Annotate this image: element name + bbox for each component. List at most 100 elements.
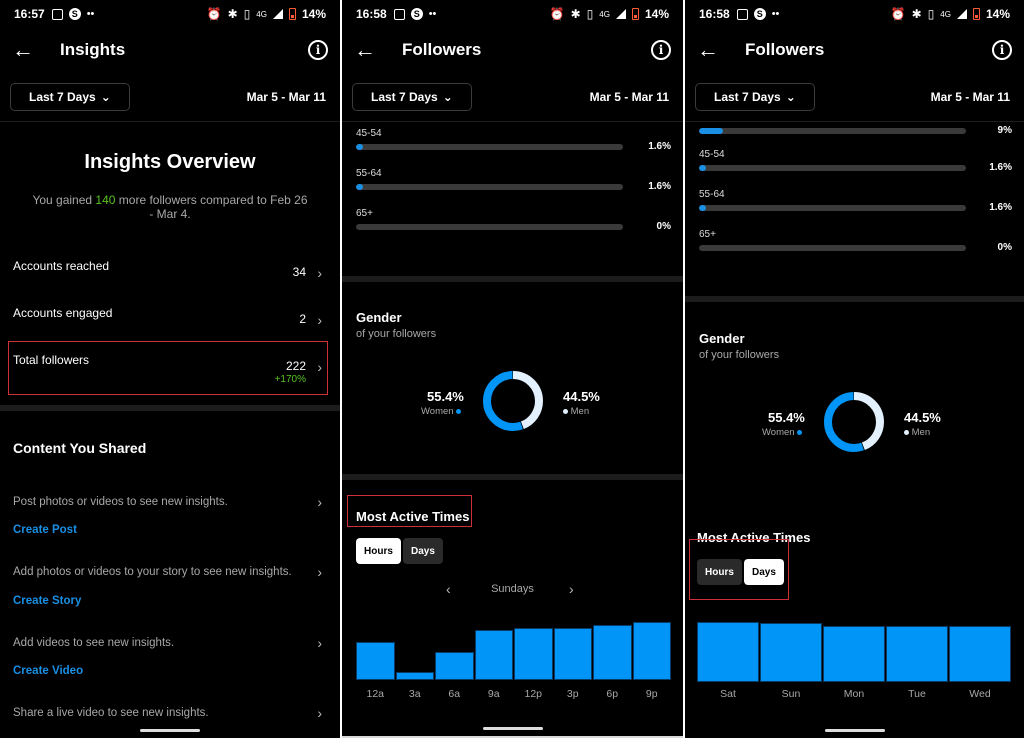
age-bar-fill (699, 205, 706, 211)
plot-area (356, 620, 671, 680)
info-icon[interactable]: i (308, 40, 328, 60)
date-range-dropdown[interactable]: Last 7 Days ⌄ (695, 83, 815, 111)
content-item-text: Add videos to see new insights. (13, 637, 175, 649)
chevron-down-icon: ⌄ (442, 90, 453, 104)
filter-row: Last 7 Days ⌄ Mar 5 - Mar 11 (0, 82, 340, 112)
more-notifications-icon: •• (771, 8, 780, 20)
back-arrow-icon[interactable]: ← (697, 37, 733, 63)
battery-percent: 14% (644, 7, 669, 21)
gender-title: Gender (356, 310, 402, 325)
section-divider (685, 296, 1024, 302)
bar-6p[interactable] (593, 625, 632, 680)
bar-Tue[interactable] (886, 625, 948, 682)
skype-icon: S (410, 8, 423, 20)
date-range-dropdown[interactable]: Last 7 Days ⌄ (352, 83, 472, 111)
subtitle-text: You gained (32, 193, 96, 207)
tab-hours[interactable]: Hours (697, 559, 742, 585)
vibrate-icon: ▯ (586, 7, 594, 21)
age-bar-fill (356, 184, 363, 190)
day-label: Sundays (491, 583, 534, 595)
chevron-left-icon[interactable]: ‹ (446, 581, 451, 597)
gender-donut-chart (824, 392, 884, 452)
bar-9p[interactable] (632, 622, 671, 680)
chevron-right-icon[interactable]: › (569, 581, 574, 597)
x-tick-label: 9p (645, 688, 658, 700)
bar-Sun[interactable] (760, 623, 822, 682)
age-label: 55-64 (356, 168, 382, 179)
chevron-right-icon: › (317, 705, 322, 721)
create-story-link[interactable]: Create Story (13, 595, 81, 607)
bar-3a[interactable] (395, 672, 434, 680)
status-time: 16:58 (356, 7, 387, 21)
bar-12p[interactable] (514, 628, 553, 680)
age-bar-track (356, 184, 623, 190)
bar-Sat[interactable] (697, 622, 759, 682)
date-range-dropdown[interactable]: Last 7 Days ⌄ (10, 83, 130, 111)
hours-bar-chart: 12a 3a 6a 9a 12p 3p 6p 9p (356, 620, 671, 700)
section-divider (342, 474, 683, 480)
news-icon (51, 8, 63, 20)
tab-days[interactable]: Days (403, 538, 443, 564)
back-arrow-icon[interactable]: ← (12, 37, 48, 63)
battery-icon (972, 8, 980, 20)
back-arrow-icon[interactable]: ← (354, 37, 390, 63)
age-percent: 0% (997, 242, 1012, 253)
network-type: 4G (940, 9, 951, 19)
bar-3p[interactable] (553, 628, 592, 680)
age-row: 65+ 0% (699, 229, 1012, 261)
content-section-title: Content You Shared (13, 440, 147, 456)
chevron-right-icon: › (317, 312, 322, 328)
age-label: 55-64 (699, 189, 725, 200)
content-item-videos[interactable]: Add videos to see new insights. › (13, 635, 326, 651)
more-notifications-icon: •• (428, 8, 437, 20)
chevron-right-icon: › (317, 564, 322, 580)
home-indicator[interactable] (140, 729, 200, 732)
age-row: 9% (699, 112, 1012, 144)
tab-days[interactable]: Days (744, 559, 784, 585)
metric-accounts-reached[interactable]: Accounts reached 34 › (13, 259, 326, 309)
x-tick-label: 3a (408, 688, 421, 700)
bar-12a[interactable] (356, 642, 395, 680)
x-tick-label: Sun (781, 688, 801, 700)
bar-Wed[interactable] (949, 626, 1011, 682)
info-icon[interactable]: i (992, 40, 1012, 60)
vibrate-icon: ▯ (927, 7, 935, 21)
bar-6a[interactable] (435, 652, 474, 680)
age-bar-track (699, 245, 966, 251)
women-dot-icon (456, 408, 462, 414)
bar-9a[interactable] (474, 630, 513, 680)
women-dot-icon (797, 429, 803, 435)
content-item-text: Post photos or videos to see new insight… (13, 496, 228, 508)
metric-value: 34 (292, 265, 306, 279)
battery-icon (288, 8, 296, 20)
content-item-stories[interactable]: Add photos or videos to your story to se… (13, 564, 326, 580)
metric-label: Accounts reached (13, 259, 110, 273)
age-label: 45-54 (356, 128, 382, 139)
create-video-link[interactable]: Create Video (13, 665, 83, 677)
page-title: Followers (745, 40, 825, 59)
men-label: Men (911, 427, 931, 438)
chevron-down-icon: ⌄ (785, 90, 796, 104)
highlight-box (8, 341, 328, 395)
battery-percent: 14% (985, 7, 1010, 21)
alarm-icon: ⏰ (549, 7, 565, 21)
info-icon[interactable]: i (651, 40, 671, 60)
content-item-posts[interactable]: Post photos or videos to see new insight… (13, 494, 326, 510)
gender-title: Gender (699, 331, 745, 346)
network-type: 4G (256, 9, 267, 19)
create-post-link[interactable]: Create Post (13, 524, 77, 536)
x-tick-label: Tue (908, 688, 926, 700)
home-indicator[interactable] (824, 729, 885, 732)
tab-hours[interactable]: Hours (356, 538, 401, 564)
section-divider (342, 276, 683, 282)
bar-Mon[interactable] (823, 626, 885, 682)
content-item-live[interactable]: Share a live video to see new insights. … (13, 705, 326, 721)
home-indicator[interactable] (482, 727, 543, 730)
gender-donut-chart (483, 371, 543, 431)
vibrate-icon: ▯ (243, 7, 251, 21)
app-header: ← Insights i (0, 28, 340, 72)
date-range-text: Mar 5 - Mar 11 (246, 90, 326, 104)
x-tick-label: 12a (366, 688, 385, 700)
bluetooth-icon: ✱ (570, 7, 581, 21)
bluetooth-icon: ✱ (227, 7, 238, 21)
